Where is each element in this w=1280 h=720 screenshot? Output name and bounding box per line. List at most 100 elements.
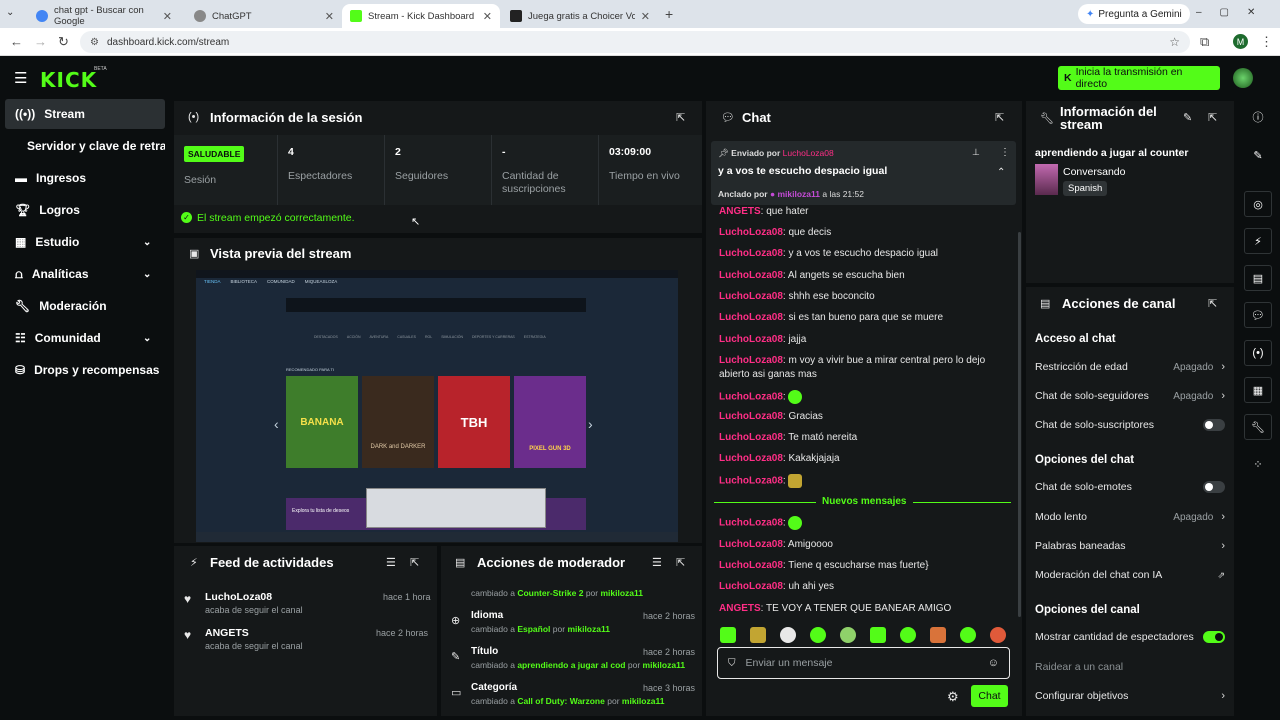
chat-username[interactable]: LuchoLoza08	[719, 411, 783, 422]
chat-username[interactable]: LuchoLoza08	[719, 518, 783, 529]
window-controls[interactable]: –▢✕	[1196, 7, 1273, 18]
go-live-button[interactable]: K Inicia la transmisión en directo	[1058, 66, 1220, 90]
show-viewers-toggle[interactable]	[1203, 631, 1225, 643]
emote-icon[interactable]	[990, 627, 1006, 643]
broadcast-widget-icon[interactable]: (•)	[1244, 340, 1272, 366]
chat-username[interactable]: LuchoLoza08	[719, 312, 783, 323]
emote-icon[interactable]	[720, 627, 736, 643]
popout-icon[interactable]: ⇱	[410, 556, 419, 569]
bookmark-star-icon[interactable]: ☆	[1169, 35, 1180, 49]
emote-icon[interactable]	[780, 627, 796, 643]
profile-avatar[interactable]: M	[1233, 34, 1248, 49]
browser-menu-icon[interactable]: ⋮	[1260, 34, 1273, 50]
gemini-button[interactable]: ✦ Pregunta a Gemini	[1078, 4, 1190, 24]
mod-user[interactable]: mikiloza11	[601, 588, 644, 598]
chat-messages[interactable]: ANGETS: que hater LuchoLoza08: que decis…	[706, 205, 1016, 620]
emote-icon[interactable]	[930, 627, 946, 643]
browser-tab-choicer[interactable]: Juega gratis a Choicer Voicer o ✕	[502, 4, 658, 28]
unpin-icon[interactable]: ⊥	[972, 147, 980, 158]
info-icon[interactable]: ⓘ	[1244, 104, 1272, 130]
user-avatar[interactable]	[1233, 68, 1253, 88]
sidebar-item-analiticas[interactable]: ⩍ Analíticas ⌄	[5, 259, 165, 289]
close-tab-icon[interactable]: ✕	[325, 10, 334, 23]
new-tab-icon[interactable]: +	[665, 6, 673, 22]
sidebar-item-drops[interactable]: ⛁ Drops y recompensas	[5, 355, 165, 385]
chat-username[interactable]: LuchoLoza08	[719, 432, 783, 443]
ai-moderation-row[interactable]: Moderación del chat con IA ⇗	[1035, 569, 1225, 581]
chat-username[interactable]: LuchoLoza08	[719, 334, 783, 345]
close-tab-icon[interactable]: ✕	[483, 10, 492, 23]
emotes-only-toggle[interactable]	[1203, 481, 1225, 493]
close-tab-icon[interactable]: ✕	[163, 10, 172, 23]
followers-only-row[interactable]: Chat de solo-seguidores Apagado ›	[1035, 390, 1225, 402]
filter-icon[interactable]: ☰	[652, 556, 662, 569]
activity-user[interactable]: ANGETS	[205, 627, 249, 639]
site-info-icon[interactable]: ⚙	[90, 37, 99, 48]
sidebar-item-server-key[interactable]: Servidor y clave de retransm	[5, 131, 165, 161]
activity-widget-icon[interactable]: ⚡︎	[1244, 228, 1272, 254]
pinned-message[interactable]: 📌︎ Enviado por LuchoLoza08 ⊥ ⋮ y a vos t…	[711, 141, 1016, 205]
emote-icon[interactable]	[810, 627, 826, 643]
send-chat-button[interactable]: Chat	[971, 685, 1008, 707]
sidebar-item-moderacion[interactable]: 🔧︎ Moderación	[5, 291, 165, 321]
chat-username[interactable]: LuchoLoza08	[719, 355, 783, 366]
goals-row[interactable]: Configurar objetivos ›	[1035, 690, 1225, 702]
chat-username[interactable]: LuchoLoza08	[719, 270, 783, 281]
tab-list-icon[interactable]: ⌄	[6, 7, 14, 18]
stream-video-preview[interactable]: TIENDA BIBLIOTECA COMUNIDAD MIQUEASLOZA DES…	[196, 270, 678, 542]
popout-icon[interactable]: ⇱	[1208, 111, 1217, 124]
emote-icon[interactable]	[900, 627, 916, 643]
chat-username[interactable]: LuchoLoza08	[719, 539, 783, 550]
chat-input[interactable]: ⛉ Enviar un mensaje ☺	[717, 647, 1010, 679]
popout-icon[interactable]: ⇱	[995, 111, 1004, 124]
browser-tab-google[interactable]: chat gpt - Buscar con Google ✕	[28, 4, 180, 28]
browser-tab-chatgpt[interactable]: ChatGPT ✕	[186, 4, 342, 28]
sidebar-item-estudio[interactable]: ▦ Estudio ⌄	[5, 227, 165, 257]
extensions-icon[interactable]: ⧉	[1200, 34, 1209, 50]
chat-settings-gear-icon[interactable]: ⚙	[947, 689, 959, 705]
emoji-icon[interactable]: ☺	[988, 657, 999, 669]
chat-username[interactable]: LuchoLoza08	[719, 248, 783, 259]
mod-actions-list[interactable]: cambiado a Counter-Strike 2 por mikiloza…	[441, 576, 702, 714]
chat-widget-icon[interactable]: 💬︎	[1244, 302, 1272, 328]
mod-user[interactable]: mikiloza11	[567, 624, 610, 634]
chat-username[interactable]: LuchoLoza08	[719, 581, 783, 592]
chat-username[interactable]: LuchoLoza08	[719, 227, 783, 238]
chat-username[interactable]: LuchoLoza08	[719, 476, 783, 487]
browser-tab-kick[interactable]: Stream - Kick Dashboard ✕	[342, 4, 500, 28]
slow-mode-row[interactable]: Modo lento Apagado ›	[1035, 511, 1225, 523]
more-icon[interactable]: ⋮	[1000, 147, 1010, 158]
close-tab-icon[interactable]: ✕	[641, 10, 650, 23]
reload-icon[interactable]: ↻	[58, 34, 69, 50]
pinned-by-user[interactable]: mikiloza11	[777, 189, 820, 199]
session-widget-icon[interactable]: ◎	[1244, 191, 1272, 217]
add-widget-icon[interactable]: ⁘	[1244, 451, 1272, 477]
forward-icon[interactable]: →	[34, 34, 47, 49]
mod-user[interactable]: mikiloza11	[643, 660, 686, 670]
popout-icon[interactable]: ⇱	[1208, 297, 1217, 310]
mod-widget-icon[interactable]: ▤	[1244, 265, 1272, 291]
sidebar-item-logros[interactable]: 🏆︎ Logros	[5, 195, 165, 225]
chat-username[interactable]: ANGETS	[719, 603, 761, 614]
banned-words-row[interactable]: Palabras baneadas ›	[1035, 540, 1225, 552]
channel-widget-icon[interactable]: ▦	[1244, 377, 1272, 403]
subs-only-toggle[interactable]	[1203, 419, 1225, 431]
mod-user[interactable]: mikiloza11	[622, 696, 665, 706]
chat-username[interactable]: LuchoLoza08	[719, 291, 783, 302]
activity-user[interactable]: LuchoLoza08	[205, 591, 272, 603]
url-field[interactable]: ⚙ dashboard.kick.com/stream ☆	[80, 31, 1190, 53]
chevron-up-icon[interactable]: ⌃	[997, 167, 1005, 178]
sidebar-item-ingresos[interactable]: ▬ Ingresos	[5, 163, 165, 193]
chat-username[interactable]: LuchoLoza08	[719, 453, 783, 464]
emote-icon[interactable]	[750, 627, 766, 643]
sidebar-item-comunidad[interactable]: ☷ Comunidad ⌄	[5, 323, 165, 353]
kick-logo[interactable]: KICK	[40, 68, 97, 92]
filter-icon[interactable]: ☰	[386, 556, 396, 569]
chat-username[interactable]: LuchoLoza08	[719, 392, 783, 403]
age-restriction-row[interactable]: Restricción de edad Apagado ›	[1035, 361, 1225, 373]
edit-pencil-icon[interactable]: ✎	[1183, 111, 1192, 124]
hamburger-menu-icon[interactable]: ☰	[14, 69, 27, 87]
back-icon[interactable]: ←	[10, 34, 23, 49]
emote-icon[interactable]	[960, 627, 976, 643]
popout-icon[interactable]: ⇱	[676, 111, 685, 124]
